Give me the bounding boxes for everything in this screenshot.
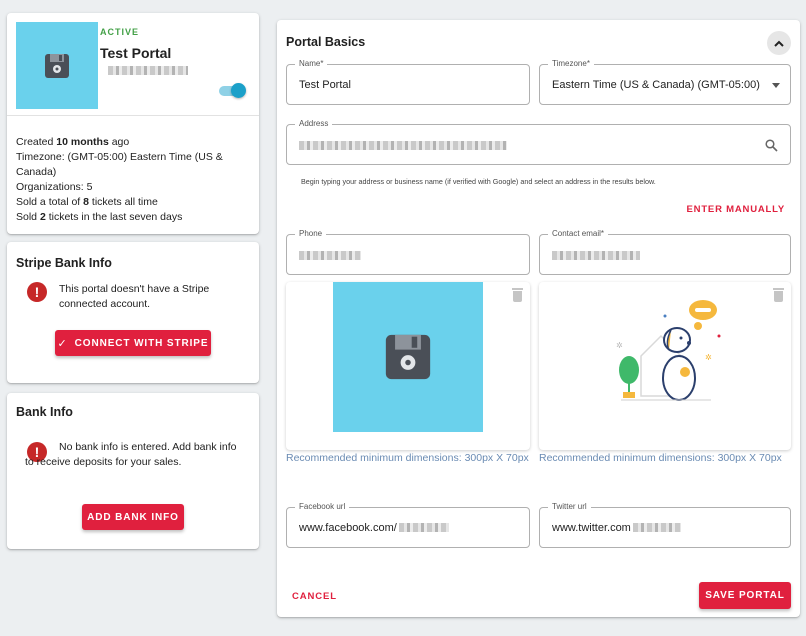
cancel-button[interactable]: CANCEL (292, 591, 337, 602)
sold-total-line: Sold a total of 8 tickets all time (16, 196, 158, 208)
address-field[interactable]: Address (286, 119, 791, 165)
address-hint: Begin typing your address or business na… (301, 177, 656, 186)
facebook-url-value: www.facebook.com/ (299, 522, 449, 534)
created-line: Created 10 months ago (16, 136, 130, 148)
trash-icon[interactable] (773, 288, 784, 302)
enter-manually-button[interactable]: ENTER MANUALLY (687, 204, 785, 215)
search-icon[interactable] (765, 139, 778, 152)
save-portal-button[interactable]: SAVE PORTAL (699, 582, 791, 609)
contact-email-field[interactable]: Contact email* (539, 229, 791, 275)
portal-basics-title: Portal Basics (286, 35, 366, 49)
portal-stats: Created 10 months ago Timezone: (GMT-05:… (16, 135, 248, 225)
chevron-up-icon (774, 40, 784, 47)
cover-dimensions-hint: Recommended minimum dimensions: 300px X … (539, 452, 782, 464)
portal-name: Test Portal (100, 45, 172, 61)
phone-redacted (299, 251, 361, 260)
bank-message: No bank info is entered. Add bank info t… (25, 441, 237, 468)
bank-card-title: Bank Info (16, 405, 73, 419)
dog-illustration: ✲ ✲ (616, 300, 721, 401)
name-value: Test Portal (299, 78, 351, 91)
twitter-url-field[interactable]: Twitter url www.twitter.com (539, 502, 791, 548)
portal-url-redacted (108, 66, 188, 75)
twitter-handle-redacted (632, 523, 681, 533)
sold-recent-line: Sold 2 tickets in the last seven days (16, 211, 183, 223)
portal-basics-card: Portal Basics Name* Test Portal Timezone… (277, 20, 800, 617)
floppy-disk-icon (45, 53, 69, 78)
cover-image-card[interactable]: ✲ ✲ (539, 282, 791, 450)
check-icon: ✓ (57, 337, 68, 350)
add-bank-info-button[interactable]: ADD BANK INFO (82, 504, 184, 530)
name-field[interactable]: Name* Test Portal (286, 59, 530, 105)
portal-summary-card: ACTIVE Test Portal Created 10 months ago… (7, 13, 259, 234)
logo-dimensions-hint: Recommended minimum dimensions: 300px X … (286, 452, 529, 464)
address-redacted (299, 141, 507, 150)
portal-logo (16, 22, 98, 109)
portal-status: ACTIVE (100, 27, 140, 37)
stripe-bank-card: Stripe Bank Info ! This portal doesn't h… (7, 242, 259, 383)
svg-text:✲: ✲ (705, 353, 712, 362)
logo-image-card[interactable] (286, 282, 530, 450)
stripe-card-title: Stripe Bank Info (16, 256, 112, 270)
stripe-message: This portal doesn't have a Stripe connec… (59, 283, 210, 310)
email-redacted (552, 251, 640, 260)
toggle-knob (231, 83, 246, 98)
trash-icon[interactable] (512, 288, 523, 302)
twitter-url-value: www.twitter.com (552, 522, 681, 534)
organizations-line: Organizations: 5 (16, 181, 93, 193)
portal-active-toggle[interactable] (219, 83, 247, 98)
caret-down-icon (772, 83, 780, 88)
logo-preview (333, 282, 483, 432)
timezone-value: Eastern Time (US & Canada) (GMT-05:00) (552, 78, 760, 91)
facebook-url-field[interactable]: Facebook url www.facebook.com/ (286, 502, 530, 548)
collapse-button[interactable] (767, 31, 791, 55)
timezone-select[interactable]: Timezone* Eastern Time (US & Canada) (GM… (539, 59, 791, 105)
facebook-handle-redacted (398, 523, 449, 533)
connect-stripe-button[interactable]: ✓ CONNECT WITH STRIPE (55, 330, 211, 356)
floppy-disk-icon (385, 334, 431, 380)
phone-field[interactable]: Phone (286, 229, 530, 275)
error-icon: ! (27, 282, 47, 302)
card-divider (7, 115, 259, 116)
bank-info-card: Bank Info ! No bank info is entered. Add… (7, 393, 259, 549)
timezone-line: Timezone: (GMT-05:00) Eastern Time (US &… (16, 151, 223, 178)
svg-text:✲: ✲ (616, 341, 623, 350)
